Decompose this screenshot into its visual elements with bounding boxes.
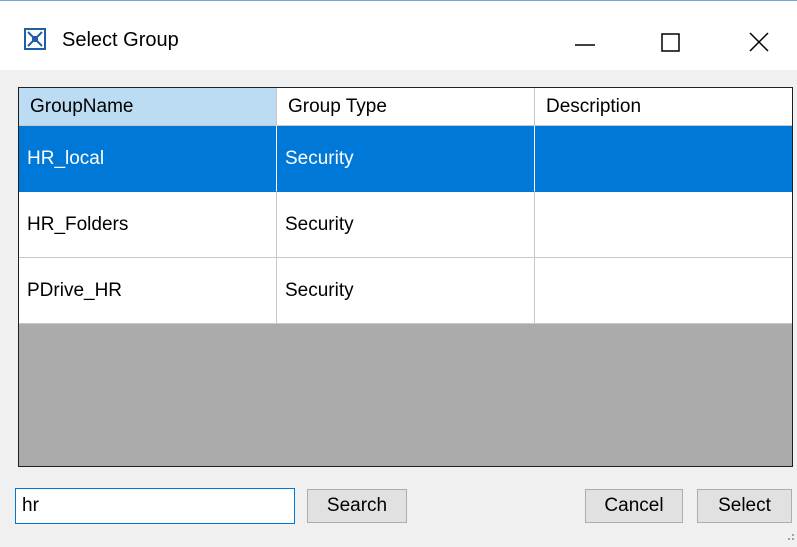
cell-group-type[interactable]: Security	[277, 126, 535, 192]
table-row[interactable]: HR_Folders Security	[19, 192, 792, 258]
cancel-button[interactable]: Cancel	[585, 489, 683, 523]
cell-group-type[interactable]: Security	[277, 258, 535, 324]
table-row[interactable]: HR_local Security	[19, 126, 792, 192]
minimize-icon	[575, 44, 595, 46]
column-header-groupname[interactable]: GroupName	[19, 88, 277, 126]
cell-group-type[interactable]: Security	[277, 192, 535, 258]
search-input[interactable]	[15, 488, 295, 524]
cell-group-name[interactable]: PDrive_HR	[19, 258, 277, 324]
window-title: Select Group	[62, 29, 179, 51]
cell-description[interactable]	[535, 192, 792, 258]
maximize-button[interactable]	[640, 19, 700, 63]
app-window-icon	[24, 28, 46, 50]
resize-grip-icon[interactable]	[785, 525, 795, 540]
search-button[interactable]: Search	[307, 489, 407, 523]
column-header-group-type[interactable]: Group Type	[277, 88, 535, 126]
cell-group-name[interactable]: HR_local	[19, 126, 277, 192]
cell-description[interactable]	[535, 126, 792, 192]
minimize-button[interactable]	[554, 19, 614, 63]
close-button[interactable]	[728, 19, 788, 63]
table-row[interactable]: PDrive_HR Security	[19, 258, 792, 324]
grid-header: GroupName Group Type Description	[19, 88, 792, 126]
cell-group-name[interactable]: HR_Folders	[19, 192, 277, 258]
title-bar[interactable]: Select Group	[0, 0, 797, 70]
cell-description[interactable]	[535, 258, 792, 324]
column-header-description[interactable]: Description	[535, 88, 792, 126]
close-icon	[749, 32, 769, 52]
select-button[interactable]: Select	[697, 489, 792, 523]
groups-grid[interactable]: GroupName Group Type Description HR_loca…	[18, 87, 793, 467]
maximize-icon	[661, 33, 680, 52]
